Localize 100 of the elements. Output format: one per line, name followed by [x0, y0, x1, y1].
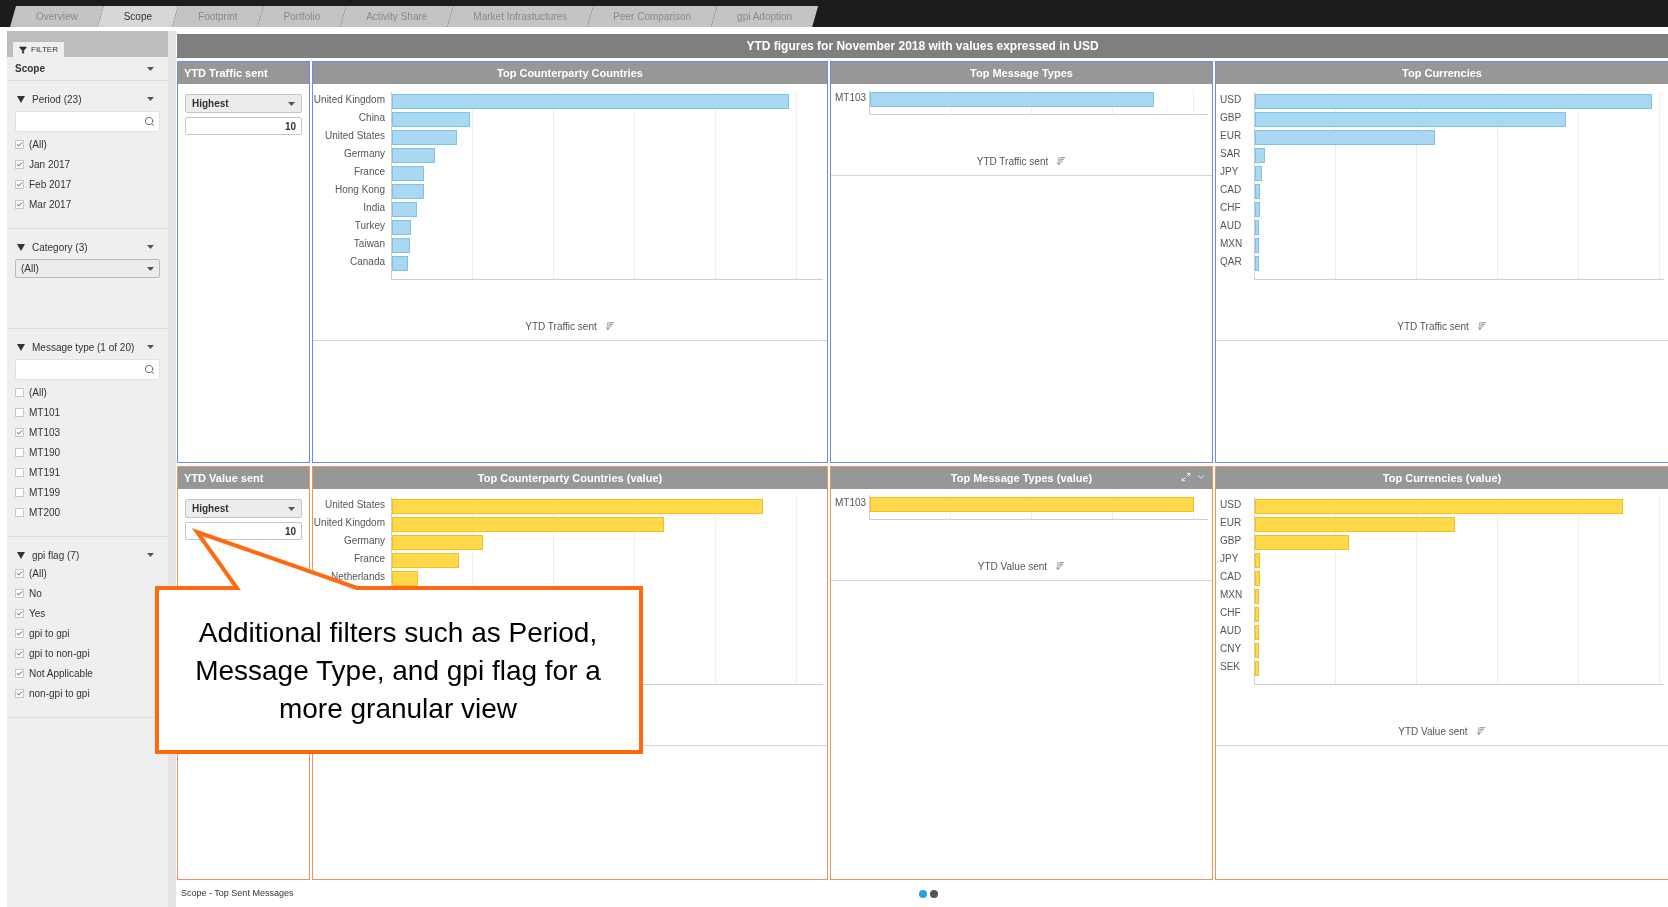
bar[interactable] — [1255, 147, 1266, 163]
bar[interactable] — [1255, 219, 1260, 235]
bar[interactable] — [392, 147, 436, 163]
bar[interactable] — [870, 91, 1154, 107]
bar[interactable] — [392, 255, 409, 271]
bar[interactable] — [1255, 237, 1260, 253]
caret-down-icon[interactable] — [147, 97, 154, 101]
bar[interactable] — [1255, 570, 1261, 586]
checkbox[interactable] — [15, 447, 24, 457]
filter-option[interactable]: non-gpi to gpi — [15, 683, 90, 703]
triangle-down-icon[interactable] — [17, 343, 25, 351]
bar[interactable] — [1255, 255, 1259, 271]
bar[interactable] — [1255, 129, 1435, 145]
triangle-down-icon[interactable] — [17, 243, 25, 251]
bar[interactable] — [1255, 606, 1260, 622]
checkbox[interactable] — [15, 568, 24, 578]
filter-option[interactable]: (All) — [15, 134, 47, 154]
bar[interactable] — [392, 516, 664, 532]
bar[interactable] — [1255, 660, 1259, 676]
bar[interactable] — [392, 201, 417, 217]
filter-option[interactable]: MT101 — [15, 402, 61, 422]
bar[interactable] — [392, 552, 459, 568]
filter-option[interactable]: MT199 — [15, 482, 61, 502]
filter-option[interactable]: Yes — [15, 603, 46, 623]
bar[interactable] — [1255, 111, 1566, 127]
checkbox[interactable] — [15, 688, 24, 698]
checkbox[interactable] — [15, 648, 24, 658]
checkbox[interactable] — [15, 199, 24, 209]
bar[interactable] — [392, 498, 763, 514]
caret-down-icon[interactable] — [288, 101, 295, 106]
caret-down-icon[interactable] — [147, 345, 154, 349]
bar[interactable] — [1255, 624, 1260, 640]
search-field[interactable] — [15, 359, 160, 380]
expand-icon[interactable] — [1181, 472, 1191, 482]
category-dropdown[interactable]: (All) — [15, 259, 160, 278]
caret-down-icon[interactable] — [147, 553, 154, 557]
checkbox[interactable] — [15, 588, 24, 598]
triangle-down-icon[interactable] — [17, 95, 25, 103]
checkbox[interactable] — [15, 487, 24, 497]
caret-down-icon[interactable] — [147, 266, 154, 271]
triangle-down-icon[interactable] — [17, 551, 25, 559]
bar[interactable] — [1255, 642, 1259, 658]
bar[interactable] — [1255, 201, 1261, 217]
bar[interactable] — [1255, 516, 1456, 532]
bar[interactable] — [1255, 183, 1261, 199]
sort-icon[interactable] — [1056, 156, 1067, 166]
bar[interactable] — [392, 183, 425, 199]
tab[interactable]: Scope — [97, 6, 179, 27]
bar[interactable] — [1255, 93, 1652, 109]
sort-dropdown[interactable]: Highest — [185, 94, 302, 113]
filter-option[interactable]: Mar 2017 — [15, 194, 72, 214]
bar[interactable] — [392, 111, 470, 127]
bar[interactable] — [1255, 534, 1350, 550]
sort-icon[interactable] — [1475, 726, 1486, 736]
checkbox[interactable] — [15, 139, 24, 149]
bar[interactable] — [392, 570, 418, 586]
sort-icon[interactable] — [1476, 321, 1487, 331]
count-input[interactable]: 10 — [185, 117, 302, 135]
filter-option[interactable]: MT190 — [15, 442, 61, 462]
bar[interactable] — [392, 129, 457, 145]
checkbox[interactable] — [15, 467, 24, 477]
caret-down-icon[interactable] — [147, 245, 154, 249]
filter-option[interactable]: MT103 — [15, 422, 61, 442]
sort-icon[interactable] — [1055, 561, 1066, 571]
filter-option[interactable]: gpi to gpi — [15, 623, 70, 643]
sort-dropdown[interactable]: Highest — [185, 499, 302, 518]
bar[interactable] — [392, 534, 483, 550]
filter-option[interactable]: MT191 — [15, 462, 61, 482]
caret-down-icon[interactable] — [147, 66, 154, 71]
bar[interactable] — [1255, 165, 1262, 181]
bar[interactable] — [392, 165, 425, 181]
checkbox[interactable] — [15, 387, 24, 397]
filter-option[interactable]: (All) — [15, 382, 47, 402]
bar[interactable] — [870, 496, 1195, 512]
filter-option[interactable]: Not Applicable — [15, 663, 93, 683]
bar[interactable] — [1255, 552, 1261, 568]
checkbox[interactable] — [15, 668, 24, 678]
checkbox[interactable] — [15, 608, 24, 618]
bar[interactable] — [1255, 498, 1624, 514]
filter-option[interactable]: Jan 2017 — [15, 154, 71, 174]
filter-tab[interactable]: FILTER — [13, 42, 64, 57]
checkbox[interactable] — [15, 628, 24, 638]
checkbox[interactable] — [15, 507, 24, 517]
checkbox[interactable] — [15, 179, 24, 189]
bar[interactable] — [392, 237, 411, 253]
bar[interactable] — [392, 93, 789, 109]
bar[interactable] — [392, 219, 412, 235]
sort-icon[interactable] — [604, 321, 615, 331]
caret-down-icon[interactable] — [288, 506, 295, 511]
bar[interactable] — [1255, 588, 1260, 604]
checkbox[interactable] — [15, 159, 24, 169]
filter-option[interactable]: MT200 — [15, 502, 61, 522]
filter-option[interactable]: (All) — [15, 563, 47, 583]
filter-option[interactable]: gpi to non-gpi — [15, 643, 90, 663]
filter-option[interactable]: Feb 2017 — [15, 174, 72, 194]
checkbox[interactable] — [15, 427, 24, 437]
chevron-down-icon[interactable] — [1196, 472, 1206, 482]
filter-option[interactable]: No — [15, 583, 42, 603]
checkbox[interactable] — [15, 407, 24, 417]
count-input[interactable]: 10 — [185, 522, 302, 540]
